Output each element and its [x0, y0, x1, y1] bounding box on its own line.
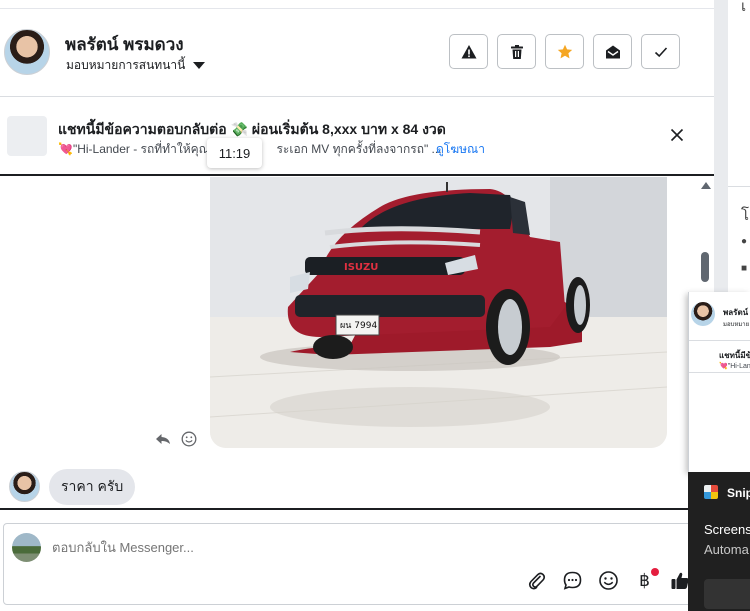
- delete-button[interactable]: [497, 34, 536, 69]
- notification-body: Automa: [704, 542, 749, 557]
- view-ad-link[interactable]: ดูโฆษณา: [436, 140, 485, 159]
- brand-emblem: ISUZU: [344, 262, 378, 273]
- license-plate: ผน 7994: [340, 321, 377, 331]
- popup-contact-name: พลรัตน์: [723, 308, 749, 317]
- timestamp-tooltip: 11:19: [207, 138, 262, 168]
- divider: [689, 340, 750, 341]
- popup-ad-subtitle: 💘"Hi-Lan: [719, 363, 750, 370]
- react-emoji-icon[interactable]: [181, 431, 197, 447]
- assign-dropdown[interactable]: มอบหมายการสนทนานี้: [66, 56, 206, 75]
- check-icon: [654, 46, 667, 57]
- avatar[interactable]: [4, 29, 50, 75]
- scroll-up-arrow[interactable]: [701, 182, 711, 189]
- payment-button[interactable]: ฿: [634, 567, 659, 591]
- pickup-truck-image: ISUZU ผน 7994: [210, 177, 667, 448]
- header-actions: [449, 34, 680, 69]
- mark-done-button[interactable]: [641, 34, 680, 69]
- contact-name[interactable]: พลรัตน์ พรมดวง: [65, 31, 184, 58]
- chevron-down-icon: [193, 62, 206, 69]
- snipping-tool-icon: [704, 485, 718, 499]
- avatar: [691, 302, 715, 326]
- clock-icon: ●: [741, 236, 748, 247]
- popup-assign-label: มอบหมาย: [723, 322, 750, 328]
- message-list[interactable]: ISUZU ผน 7994 ราคา ครับ: [0, 177, 714, 510]
- report-button[interactable]: [449, 34, 488, 69]
- star-button[interactable]: [545, 34, 584, 69]
- baht-icon: ฿: [639, 570, 650, 590]
- conversation-panel: พลรัตน์ พรมดวง มอบหมายการสนทนานี้ แชทนี้…: [0, 0, 714, 611]
- notification-app-name: Snip: [727, 486, 750, 500]
- details-section-fragment: โ: [741, 207, 750, 224]
- saved-reply-icon[interactable]: [562, 570, 583, 591]
- ad-reference-bar: แชทนี้มีข้อความตอบกลับต่อ 💸 ผ่อนเริ่มต้น…: [0, 98, 714, 176]
- conversation-header: พลรัตน์ พรมดวง มอบหมายการสนทนานี้: [0, 9, 714, 97]
- close-icon: [670, 128, 684, 142]
- ad-thumbnail[interactable]: [7, 116, 47, 156]
- composer-toolbar: ฿: [526, 567, 691, 591]
- mark-read-button[interactable]: [593, 34, 632, 69]
- divider: [728, 186, 750, 187]
- trash-icon: [510, 44, 523, 59]
- popup-ad-title: แชทนี้มีข้: [719, 351, 750, 360]
- car-photo[interactable]: ISUZU ผน 7994: [210, 177, 667, 448]
- envelope-open-icon: [605, 45, 620, 58]
- notification-title: Screens: [704, 522, 750, 537]
- reply-icon[interactable]: [155, 431, 171, 447]
- emoji-icon[interactable]: [598, 570, 619, 591]
- reply-input[interactable]: [52, 540, 552, 555]
- close-button[interactable]: [666, 124, 688, 146]
- system-notification[interactable]: Snip Screens Automa: [688, 472, 750, 611]
- star-icon: [557, 44, 572, 58]
- paperclip-icon[interactable]: [526, 570, 547, 591]
- assign-label: มอบหมายการสนทนานี้: [66, 58, 186, 72]
- ad-subtitle-start: 💘"Hi-Lander - รถที่ทำให้คุณ: [58, 142, 210, 156]
- notification-action-button[interactable]: [704, 579, 750, 609]
- divider: [689, 372, 750, 373]
- message-bubble: ราคา ครับ: [49, 469, 136, 505]
- warning-icon: [461, 44, 476, 58]
- briefcase-icon: ■: [741, 263, 748, 274]
- reply-composer: ฿: [3, 523, 711, 605]
- ad-subtitle-end: ระเอก MV ทุกครั้งที่ลงจากรถ" ...: [276, 142, 442, 156]
- notification-dot: [651, 567, 659, 576]
- sender-avatar: [9, 471, 40, 502]
- scrollbar-thumb[interactable]: [701, 252, 709, 282]
- details-heading-fragment: เ: [741, 0, 747, 15]
- inbox-app: พลรัตน์ พรมดวง มอบหมายการสนทนานี้ แชทนี้…: [0, 0, 750, 611]
- mini-chat-popup[interactable]: พลรัตน์ มอบหมาย แชทนี้มีข้ 💘"Hi-Lan: [688, 292, 750, 472]
- page-avatar: [12, 533, 41, 562]
- message-actions: [155, 431, 197, 447]
